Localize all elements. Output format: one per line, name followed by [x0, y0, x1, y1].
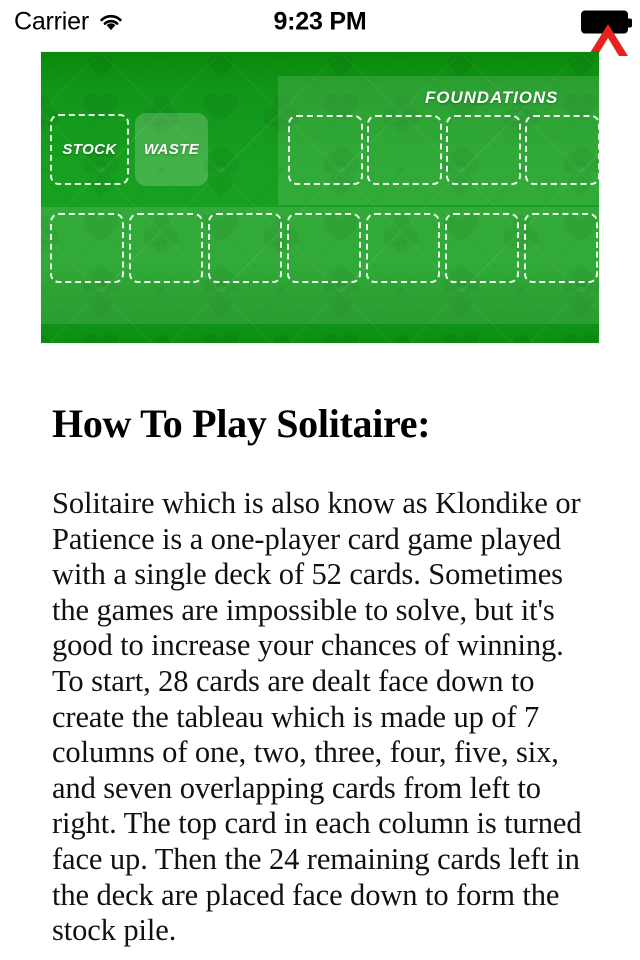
foundation-slot-1[interactable]	[288, 115, 363, 185]
foundation-slot-4[interactable]	[525, 115, 599, 185]
tableau-slot-1[interactable]	[50, 213, 124, 283]
tableau-slot-6[interactable]	[445, 213, 519, 283]
instructions-article: How To Play Solitaire: Solitaire which i…	[52, 400, 592, 949]
status-bar-right	[581, 10, 632, 34]
foundations-label: FOUNDATIONS	[425, 88, 559, 107]
page-title: How To Play Solitaire:	[52, 401, 431, 446]
stock-pile-slot[interactable]: STOCK	[50, 114, 129, 185]
foundation-slot-2[interactable]	[367, 115, 442, 185]
tableau-slot-4[interactable]	[287, 213, 361, 283]
stock-label: STOCK	[62, 141, 117, 158]
waste-label: WASTE	[143, 141, 200, 158]
board-layout: STOCK WASTE FOUNDATIONS TABLEAU	[41, 52, 599, 343]
tableau-slot-2[interactable]	[129, 213, 203, 283]
tableau-slot-7[interactable]	[524, 213, 598, 283]
waste-pile-slot[interactable]: WASTE	[135, 113, 208, 186]
tableau-slot-5[interactable]	[366, 213, 440, 283]
solitaire-board[interactable]: STOCK WASTE FOUNDATIONS TABLEAU	[41, 52, 599, 343]
battery-icon	[581, 10, 632, 34]
status-bar: Carrier 9:23 PM	[0, 0, 640, 44]
status-bar-clock: 9:23 PM	[273, 7, 367, 36]
tableau-slot-3[interactable]	[208, 213, 282, 283]
instructions-body: Solitaire which is also know as Klondike…	[52, 486, 582, 948]
app-root: Carrier 9:23 PM STOCK WASTE FOUNDATIONS …	[0, 0, 640, 960]
foundation-slot-3[interactable]	[446, 115, 521, 185]
tableau-label: TABLEAU	[313, 341, 399, 343]
